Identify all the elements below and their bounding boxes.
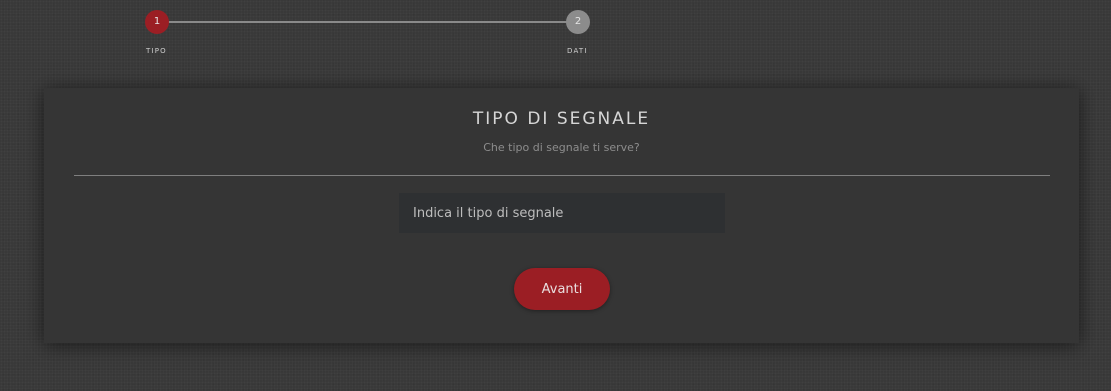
card-subtitle: Che tipo di segnale ti serve? bbox=[483, 141, 640, 154]
step-1-label: TIPO bbox=[146, 47, 167, 55]
divider bbox=[74, 175, 1050, 176]
stepper-line bbox=[157, 21, 577, 23]
next-button[interactable]: Avanti bbox=[514, 268, 610, 310]
progress-stepper: 1 2 TIPO DATI bbox=[0, 0, 1111, 70]
card-title: TIPO DI SEGNALE bbox=[472, 109, 651, 129]
step-2-indicator[interactable]: 2 bbox=[566, 10, 590, 34]
step-2-label: DATI bbox=[567, 47, 588, 55]
signal-type-input[interactable] bbox=[399, 193, 725, 233]
signal-type-card: TIPO DI SEGNALE Che tipo di segnale ti s… bbox=[44, 88, 1079, 343]
step-1-indicator[interactable]: 1 bbox=[145, 10, 169, 34]
